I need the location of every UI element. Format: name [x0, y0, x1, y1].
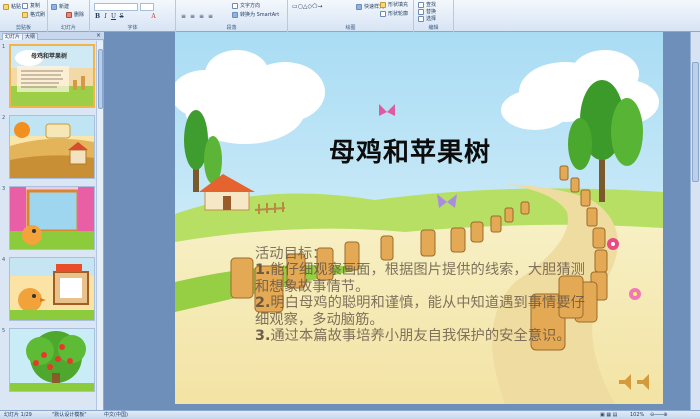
clipboard-group-label: 剪贴板	[15, 25, 31, 31]
delete-slide-button[interactable]: 删除	[66, 11, 84, 18]
thumb-1-title: 母鸡和苹果树	[31, 52, 67, 60]
zoom-slider[interactable]: ⊖───⊕	[650, 411, 667, 419]
thumb-number: 2	[2, 115, 6, 121]
drawing-group: ▭○△◇⬠→ 快速样式 形状填充 形状轮廓 绘图	[288, 0, 414, 32]
strikethrough-button[interactable]: S	[118, 13, 125, 20]
replace-button[interactable]: 替换	[418, 8, 436, 15]
new-slide-icon	[51, 3, 57, 10]
smartart-icon	[232, 11, 238, 18]
editor-scrollbar-thumb[interactable]	[692, 62, 699, 182]
font-group-label: 字体	[127, 25, 138, 31]
font-group: B I U S A 字体	[90, 0, 176, 32]
goal-item-3: 3.通过本篇故事培养小朋友自我保护的安全意识。	[255, 328, 585, 344]
select-button[interactable]: 选择	[418, 15, 436, 22]
panel-scrollbar[interactable]	[96, 41, 103, 410]
slide-thumbnail-4[interactable]	[9, 257, 95, 321]
tab-outline[interactable]: 大纲	[22, 33, 39, 40]
slide-title[interactable]: 母鸡和苹果树	[329, 132, 515, 169]
goals-textbox[interactable]: 活动目标： 1.能仔细观察画面，根据图片提供的线索，大胆猜测和想象故事情节。 2…	[255, 246, 585, 344]
thumbnail-1-art: 母鸡和苹果树	[11, 46, 93, 106]
new-slide-button[interactable]: 新建	[51, 3, 69, 10]
shape-outline-button[interactable]: 形状轮廓	[380, 10, 408, 17]
theme-name: "默认设计模板"	[52, 412, 87, 418]
thumb-number: 4	[2, 257, 6, 263]
text-direction-button[interactable]: 文字方向	[232, 2, 260, 9]
goal-text: 能仔细观察画面，根据图片提供的线索，大胆猜测和想象故事情节。	[255, 262, 585, 295]
slides-group-label: 幻灯片	[60, 25, 76, 31]
format-painter-button[interactable]: 格式刷	[22, 11, 45, 18]
goal-text: 明白母鸡的聪明和谨慎，能从中知道遇到事情要仔细观察，多动脑筋。	[255, 295, 585, 328]
outline-icon	[380, 10, 386, 17]
thumbnail-3-art	[10, 187, 94, 249]
font-size-box[interactable]	[140, 3, 154, 11]
paste-icon	[3, 3, 9, 10]
shape-fill-button[interactable]: 形状填充	[380, 1, 408, 8]
font-name-box[interactable]	[94, 3, 138, 11]
slides-group: 新建 删除 幻灯片	[48, 0, 90, 32]
copy-icon	[22, 2, 28, 9]
view-buttons[interactable]: ▣ ▦ ▤	[600, 411, 617, 419]
close-icon[interactable]: ×	[96, 32, 101, 40]
justify-button[interactable]: ≡	[207, 13, 214, 20]
align-right-button[interactable]: ≡	[198, 13, 205, 20]
editing-group-label: 编辑	[428, 25, 439, 31]
slide-canvas: 母鸡和苹果树 活动目标： 1.能仔细观察画面，根据图片提供的线索，大胆猜测和想象…	[175, 32, 663, 404]
goal-text: 通过本篇故事培养小朋友自我保护的安全意识。	[270, 328, 571, 345]
language-indicator: 中文(中国)	[104, 412, 128, 418]
panel-scrollbar-thumb[interactable]	[98, 49, 103, 109]
font-color-button[interactable]: A	[150, 13, 157, 20]
slide-counter: 幻灯片 1/29	[4, 412, 32, 418]
slide-thumbnail-2[interactable]	[9, 115, 95, 179]
bold-button[interactable]: B	[94, 13, 101, 20]
align-left-button[interactable]: ≡	[180, 13, 187, 20]
ribbon: 粘贴 复制 格式刷 剪贴板 新建 删除 幻灯片 B I U S A 字体 文字方…	[0, 0, 700, 32]
paragraph-group-label: 段落	[226, 25, 237, 31]
quick-styles-icon	[356, 3, 362, 10]
convert-smartart-button[interactable]: 转换为 SmartArt	[232, 11, 279, 18]
italic-button[interactable]: I	[102, 13, 109, 20]
slide-thumbnail-1[interactable]: 母鸡和苹果树	[9, 44, 95, 108]
replace-icon	[418, 8, 424, 15]
thumbnail-5-art	[10, 329, 94, 391]
align-center-button[interactable]: ≡	[189, 13, 196, 20]
goal-number: 1.	[255, 262, 271, 279]
zoom-level[interactable]: 102%	[630, 411, 644, 419]
paste-button[interactable]: 粘贴	[3, 3, 21, 10]
goals-heading: 活动目标：	[255, 246, 327, 262]
slide-thumbnail-5[interactable]	[9, 328, 95, 392]
slide-thumbnail-3[interactable]	[9, 186, 95, 250]
panel-tabs: 幻灯片 大纲 ×	[0, 32, 104, 40]
thumbnail-2-art	[10, 116, 94, 178]
thumb-number: 3	[2, 186, 6, 192]
paragraph-group: 文字方向 转换为 SmartArt ≡ ≡ ≡ ≡ 段落	[176, 0, 288, 32]
goal-item-1: 1.能仔细观察画面，根据图片提供的线索，大胆猜测和想象故事情节。	[255, 262, 585, 295]
slide-background-art	[175, 32, 663, 404]
select-icon	[418, 15, 424, 22]
status-bar: 幻灯片 1/29 "默认设计模板" 中文(中国) ▣ ▦ ▤ 102% ⊖───…	[0, 410, 700, 419]
editing-group: 查找 替换 选择 编辑	[414, 0, 454, 32]
drawing-group-label: 绘图	[345, 25, 356, 31]
editor-scrollbar[interactable]	[690, 32, 700, 410]
underline-button[interactable]: U	[110, 13, 117, 20]
shapes-gallery[interactable]: ▭○△◇⬠→	[292, 3, 322, 10]
clipboard-group: 粘贴 复制 格式刷 剪贴板	[0, 0, 48, 32]
goal-number: 3.	[255, 328, 271, 345]
brush-icon	[22, 11, 28, 18]
thumbnail-4-art	[10, 258, 94, 320]
thumb-number: 1	[2, 44, 6, 50]
goal-item-2: 2.明白母鸡的聪明和谨慎，能从中知道遇到事情要仔细观察，多动脑筋。	[255, 295, 585, 328]
find-icon	[418, 1, 424, 8]
fill-icon	[380, 1, 386, 8]
goal-number: 2.	[255, 295, 271, 312]
copy-button[interactable]: 复制	[22, 2, 40, 9]
delete-icon	[66, 11, 72, 18]
find-button[interactable]: 查找	[418, 1, 436, 8]
text-direction-icon	[232, 2, 238, 9]
tab-slides[interactable]: 幻灯片	[2, 33, 24, 40]
thumb-number: 5	[2, 328, 6, 334]
slides-panel: 幻灯片 大纲 × 1 母鸡和苹果树 2 3 4 5	[0, 32, 104, 410]
